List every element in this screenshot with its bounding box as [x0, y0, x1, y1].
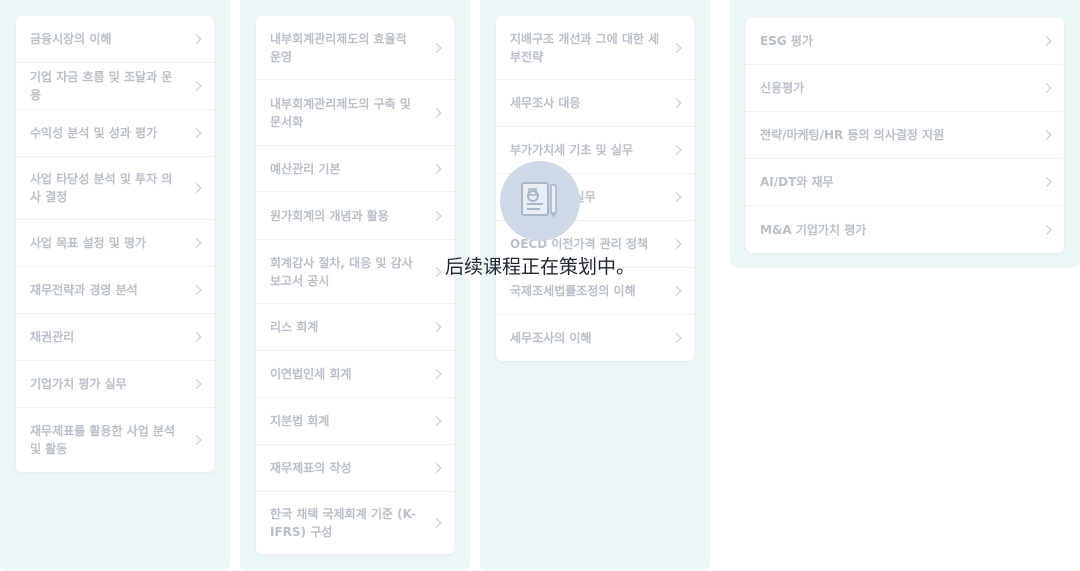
chevron-right-icon: [431, 518, 442, 528]
course-item[interactable]: 수익성 분석 및 성과 평가: [16, 110, 214, 157]
chevron-right-icon: [191, 34, 202, 44]
course-item[interactable]: 재무제표의 작성: [256, 445, 454, 492]
course-item-label: 지분법 회계: [270, 414, 330, 428]
chevron-right-icon: [431, 107, 442, 118]
chevron-right-icon: [671, 286, 682, 296]
course-item[interactable]: 재무제표를 활용한 사업 분석 및 활동: [16, 408, 214, 472]
course-item-label: 리스 회계: [270, 320, 319, 334]
course-column-1: 금융시장의 이해 기업 자금 흐름 및 조달과 운용 수익성 분석 및 성과 평…: [0, 0, 230, 571]
course-item-label: 재무제표를 활용한 사업 분석 및 활동: [30, 424, 176, 456]
course-item[interactable]: 금융시장의 이해: [16, 16, 214, 63]
course-item[interactable]: 채권관리: [16, 314, 214, 361]
chevron-right-icon: [1041, 177, 1052, 187]
chevron-right-icon: [191, 183, 202, 193]
course-item[interactable]: ESG 평가: [746, 18, 1064, 65]
course-item[interactable]: AI/DT와 재무: [746, 159, 1064, 206]
course-list-card: ESG 평가 신용평가 전략/마케팅/HR 등의 의사결정 지원 AI/DT와 …: [746, 18, 1064, 253]
chevron-right-icon: [671, 333, 682, 343]
course-item[interactable]: 전략/마케팅/HR 등의 의사결정 지원: [746, 112, 1064, 159]
course-item-label: 예산관리 기본: [270, 161, 341, 176]
chevron-right-icon: [191, 128, 202, 138]
chevron-right-icon: [431, 42, 442, 53]
chevron-right-icon: [1041, 83, 1052, 93]
course-column-4: ESG 평가 신용평가 전략/마케팅/HR 등의 의사결정 지원 AI/DT와 …: [730, 0, 1080, 268]
chevron-right-icon: [431, 369, 442, 379]
course-item[interactable]: 기업 자금 흐름 및 조달과 운용: [16, 63, 214, 110]
course-item[interactable]: 내부회계관리제도의 구축 및 문서화: [256, 80, 454, 146]
chevron-right-icon: [431, 463, 442, 473]
course-item-label: 내부회계관리제도의 효율적 운영: [270, 31, 407, 64]
chevron-right-icon: [431, 322, 442, 332]
course-item[interactable]: 지배구조 개선과 그에 대한 세부전략: [496, 16, 694, 80]
course-item[interactable]: 세무조사의 이해: [496, 315, 694, 361]
chevron-right-icon: [1041, 130, 1052, 140]
course-item-label: 사업 목표 설정 및 평가: [30, 236, 147, 250]
course-column-2: 내부회계관리제도의 효율적 운영 내부회계관리제도의 구축 및 문서화 예산관리…: [240, 0, 470, 571]
course-item-label: AI/DT와 재무: [760, 175, 834, 189]
chevron-right-icon: [191, 332, 202, 342]
chevron-right-icon: [431, 416, 442, 426]
course-item-label: 재무전략과 경영 분석: [30, 283, 138, 297]
course-item[interactable]: 한국 채택 국제회계 기준 (K-IFRS) 구성: [256, 492, 454, 554]
course-item-label: M&A 기업가치 평가: [760, 222, 867, 237]
course-item-label: 부가가치세 기초 및 실무: [510, 143, 633, 157]
course-item[interactable]: 내부회계관리제도의 효율적 운영: [256, 16, 454, 80]
course-item-label: 한국 채택 국제회계 기준 (K-IFRS) 구성: [270, 507, 416, 539]
course-item-label: 재무제표의 작성: [270, 461, 352, 475]
course-item-label: 이연법인세 회계: [270, 367, 352, 381]
chevron-right-icon: [191, 81, 202, 91]
course-item[interactable]: 세무조사 대응: [496, 80, 694, 127]
course-item[interactable]: 기업가치 평가 실무: [16, 361, 214, 408]
course-item[interactable]: 이연법인세 회계: [256, 351, 454, 398]
chevron-right-icon: [431, 210, 442, 221]
chevron-right-icon: [191, 238, 202, 248]
course-list-card: 금융시장의 이해 기업 자금 흐름 및 조달과 운용 수익성 분석 및 성과 평…: [16, 16, 214, 472]
course-item-label: 사업 타당성 분석 및 투자 의사 결정: [30, 172, 173, 204]
course-item-label: 전략/마케팅/HR 등의 의사결정 지원: [760, 128, 945, 142]
course-item-label: ESG 평가: [760, 34, 813, 48]
course-item-label: 국제조세법률조정의 이해: [510, 284, 636, 298]
chevron-right-icon: [671, 239, 682, 249]
course-item[interactable]: 지분법 회계: [256, 398, 454, 445]
course-item-label: 수익성 분석 및 성과 평가: [30, 126, 158, 140]
course-item-label: 기업가치 평가 실무: [30, 377, 127, 391]
chevron-right-icon: [671, 98, 682, 108]
course-item-label: 세무조사의 이해: [510, 331, 592, 345]
course-list-card: 내부회계관리제도의 효율적 운영 내부회계관리제도의 구축 및 문서화 예산관리…: [256, 16, 454, 554]
course-item[interactable]: 원가회계의 개념과 활용: [256, 192, 454, 240]
chevron-right-icon: [1041, 224, 1052, 235]
course-item-label: 기업 자금 흐름 및 조달과 운용: [30, 70, 173, 102]
chevron-right-icon: [191, 285, 202, 295]
course-item[interactable]: 신용평가: [746, 65, 1064, 112]
course-item[interactable]: 리스 회계: [256, 304, 454, 351]
chevron-right-icon: [1041, 36, 1052, 46]
chevron-right-icon: [671, 42, 682, 53]
course-item-label: 금융시장의 이해: [30, 32, 112, 46]
chevron-right-icon: [191, 435, 202, 445]
course-item[interactable]: 예산관리 기본: [256, 146, 454, 192]
chevron-right-icon: [671, 145, 682, 155]
course-item-label: 채권관리: [30, 330, 75, 344]
chevron-right-icon: [431, 163, 442, 174]
course-item-label: 원가회계의 개념과 활용: [270, 208, 389, 223]
course-item[interactable]: 사업 타당성 분석 및 투자 의사 결정: [16, 157, 214, 220]
chevron-right-icon: [671, 192, 682, 202]
course-column-3: 지배구조 개선과 그에 대한 세부전략 세무조사 대응 부가가치세 기초 및 실…: [480, 0, 710, 571]
course-item-label: 세무조사 대응: [510, 96, 581, 110]
course-item[interactable]: M&A 기업가치 평가: [746, 206, 1064, 253]
coming-soon-message: 后续课程正在策划中。: [444, 256, 635, 278]
chevron-right-icon: [191, 379, 202, 389]
document-pencil-icon: [500, 161, 580, 241]
course-item-label: 지배구조 개선과 그에 대한 세부전략: [510, 31, 660, 64]
course-item-label: 신용평가: [760, 81, 805, 95]
course-item-label: 내부회계관리제도의 구축 및 문서화: [270, 96, 411, 129]
